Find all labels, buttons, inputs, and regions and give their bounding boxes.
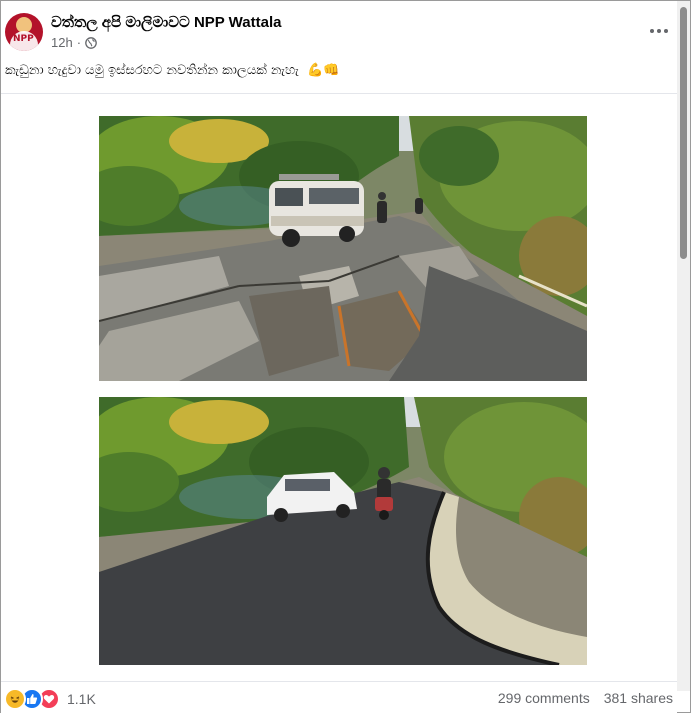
dot-icon	[664, 29, 668, 33]
post-meta: 12h ·	[51, 35, 97, 50]
scroll-thumb[interactable]	[680, 7, 687, 259]
repaired-road-photo[interactable]	[99, 397, 587, 665]
avatar[interactable]: NPP	[5, 13, 43, 51]
shares-count[interactable]: 381 shares	[604, 690, 673, 706]
caption-text: කැඩුනා හැදුවා යමු ඉස්සරහට නවතින්න කාලයක්…	[5, 63, 299, 78]
caption-emojis: 💪👊	[307, 63, 340, 78]
post-time[interactable]: 12h	[51, 35, 73, 50]
globe-icon[interactable]	[85, 36, 97, 49]
dot-icon	[650, 29, 654, 33]
post-header: NPP වත්තල අපි මාලිමාවට NPP Wattala 12h ·	[1, 1, 677, 61]
post-stats: 299 comments 381 shares	[498, 690, 673, 706]
scrollbar[interactable]	[677, 1, 690, 691]
reactions-summary[interactable]: 1.1K	[4, 688, 96, 710]
post-footer: 1.1K 299 comments 381 shares	[1, 681, 677, 713]
dot-icon	[657, 29, 661, 33]
more-options-button[interactable]	[645, 19, 673, 43]
damaged-road-photo[interactable]	[99, 116, 587, 381]
facebook-post: NPP වත්තල අපි මාලිමාවට NPP Wattala 12h ·…	[0, 0, 691, 713]
meta-separator: ·	[76, 35, 82, 50]
avatar-mark: NPP	[13, 34, 34, 44]
post-caption: කැඩුනා හැදුවා යමු ඉස්සරහට නවතින්න කාලයක්…	[5, 63, 339, 78]
haha-icon	[4, 688, 26, 710]
reaction-count[interactable]: 1.1K	[67, 691, 96, 707]
comments-count[interactable]: 299 comments	[498, 690, 590, 706]
page-name[interactable]: වත්තල අපි මාලිමාවට NPP Wattala	[51, 14, 281, 31]
